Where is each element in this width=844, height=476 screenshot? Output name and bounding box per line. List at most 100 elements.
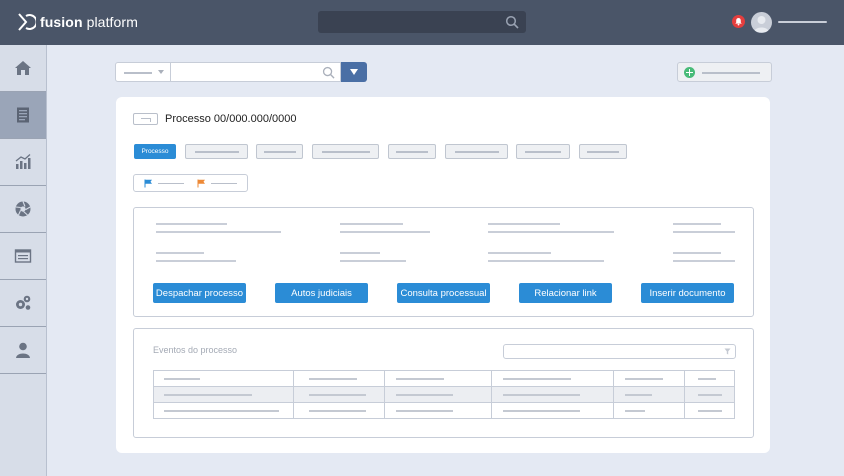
detail-label [488, 223, 560, 225]
relacionar-link-button[interactable]: Relacionar link [519, 283, 612, 303]
detail-label [340, 223, 403, 225]
table-cell [164, 394, 252, 396]
user-icon [16, 342, 30, 358]
detail-value [673, 260, 735, 262]
process-details: Despachar processo Autos judiciais Consu… [133, 207, 754, 317]
page-title: Processo 00/000.000/0000 [165, 113, 297, 125]
brand-logo[interactable]: fusion platform [16, 12, 138, 32]
sidebar [0, 45, 47, 476]
plus-circle-icon [684, 67, 695, 78]
consulta-processual-button[interactable]: Consulta processual [397, 283, 490, 303]
table-cell [309, 410, 366, 412]
search-filter-select[interactable] [115, 62, 171, 82]
table-cell [503, 410, 580, 412]
tab-2[interactable] [185, 144, 248, 159]
tab-4[interactable] [312, 144, 379, 159]
search-icon [322, 66, 335, 79]
column-divider [293, 371, 294, 418]
table-cell [309, 394, 366, 396]
table-cell [503, 394, 580, 396]
detail-value [340, 231, 430, 233]
sidebar-item-gallery[interactable] [0, 186, 46, 233]
detail-value [488, 260, 604, 262]
process-panel: Processo 00/000.000/0000 Processo Despac… [116, 97, 770, 453]
events-section: Eventos do processo [133, 328, 754, 438]
table-cell [698, 410, 722, 412]
document-icon [17, 107, 29, 123]
sidebar-item-profile[interactable] [0, 327, 46, 374]
flag-label [211, 183, 237, 184]
add-button[interactable] [677, 62, 772, 82]
column-header [164, 378, 200, 380]
chart-icon [15, 154, 31, 169]
table-header [154, 371, 734, 387]
global-search-input[interactable] [318, 11, 526, 33]
events-table [153, 370, 735, 419]
flag-label [158, 183, 184, 184]
bell-icon [735, 18, 742, 26]
events-filter-input[interactable] [503, 344, 736, 359]
events-title: Eventos do processo [153, 345, 238, 355]
column-divider [491, 371, 492, 418]
fusion-logo-icon [18, 13, 36, 31]
back-arrow-icon-stem [150, 118, 151, 122]
sidebar-item-reports[interactable] [0, 139, 46, 186]
sidebar-item-home[interactable] [0, 45, 46, 92]
autos-judiciais-button[interactable]: Autos judiciais [275, 283, 368, 303]
table-cell [625, 394, 652, 396]
sidebar-item-settings[interactable] [0, 280, 46, 327]
table-row[interactable] [154, 403, 734, 419]
column-header [503, 378, 571, 380]
sidebar-item-lists[interactable] [0, 233, 46, 280]
back-button[interactable] [133, 113, 158, 125]
tab-processo[interactable]: Processo [134, 144, 176, 159]
gears-icon [16, 295, 31, 310]
column-header [698, 378, 716, 380]
sidebar-item-documents[interactable] [0, 92, 46, 139]
detail-value [156, 231, 281, 233]
table-cell [698, 394, 722, 396]
column-divider [684, 371, 685, 418]
tab-3[interactable] [256, 144, 303, 159]
detail-label [156, 223, 227, 225]
despachar-processo-button[interactable]: Despachar processo [153, 283, 246, 303]
column-divider [613, 371, 614, 418]
detail-label [673, 252, 721, 254]
table-row[interactable] [154, 387, 734, 403]
chevron-down-icon [158, 70, 164, 74]
user-avatar[interactable] [751, 12, 772, 33]
flag-selector[interactable] [133, 174, 248, 192]
detail-label [156, 252, 204, 254]
column-header [625, 378, 663, 380]
search-dropdown-button[interactable] [341, 62, 367, 82]
brand-name: fusion platform [40, 14, 138, 30]
detail-value [340, 260, 406, 262]
search-input[interactable] [171, 62, 341, 82]
tab-8[interactable] [579, 144, 627, 159]
detail-value [673, 231, 735, 233]
user-avatar-icon [754, 16, 769, 32]
top-bar: fusion platform [0, 0, 844, 45]
tab-6[interactable] [445, 144, 508, 159]
list-icon [14, 249, 32, 263]
filter-value [124, 72, 152, 74]
detail-value [488, 231, 614, 233]
inserir-documento-button[interactable]: Inserir documento [641, 283, 734, 303]
notification-button[interactable] [732, 15, 745, 28]
user-name[interactable] [778, 21, 827, 23]
aperture-icon [15, 201, 31, 217]
table-cell [625, 410, 645, 412]
funnel-icon [724, 348, 731, 355]
table-cell [396, 394, 453, 396]
tab-5[interactable] [388, 144, 436, 159]
column-header [309, 378, 357, 380]
detail-label [488, 252, 551, 254]
blue-flag-icon [144, 179, 152, 188]
tab-7[interactable] [516, 144, 570, 159]
detail-label [673, 223, 721, 225]
search-icon [505, 15, 519, 29]
caret-down-icon [350, 69, 358, 75]
detail-label [340, 252, 380, 254]
detail-value [156, 260, 236, 262]
home-icon [15, 61, 31, 75]
